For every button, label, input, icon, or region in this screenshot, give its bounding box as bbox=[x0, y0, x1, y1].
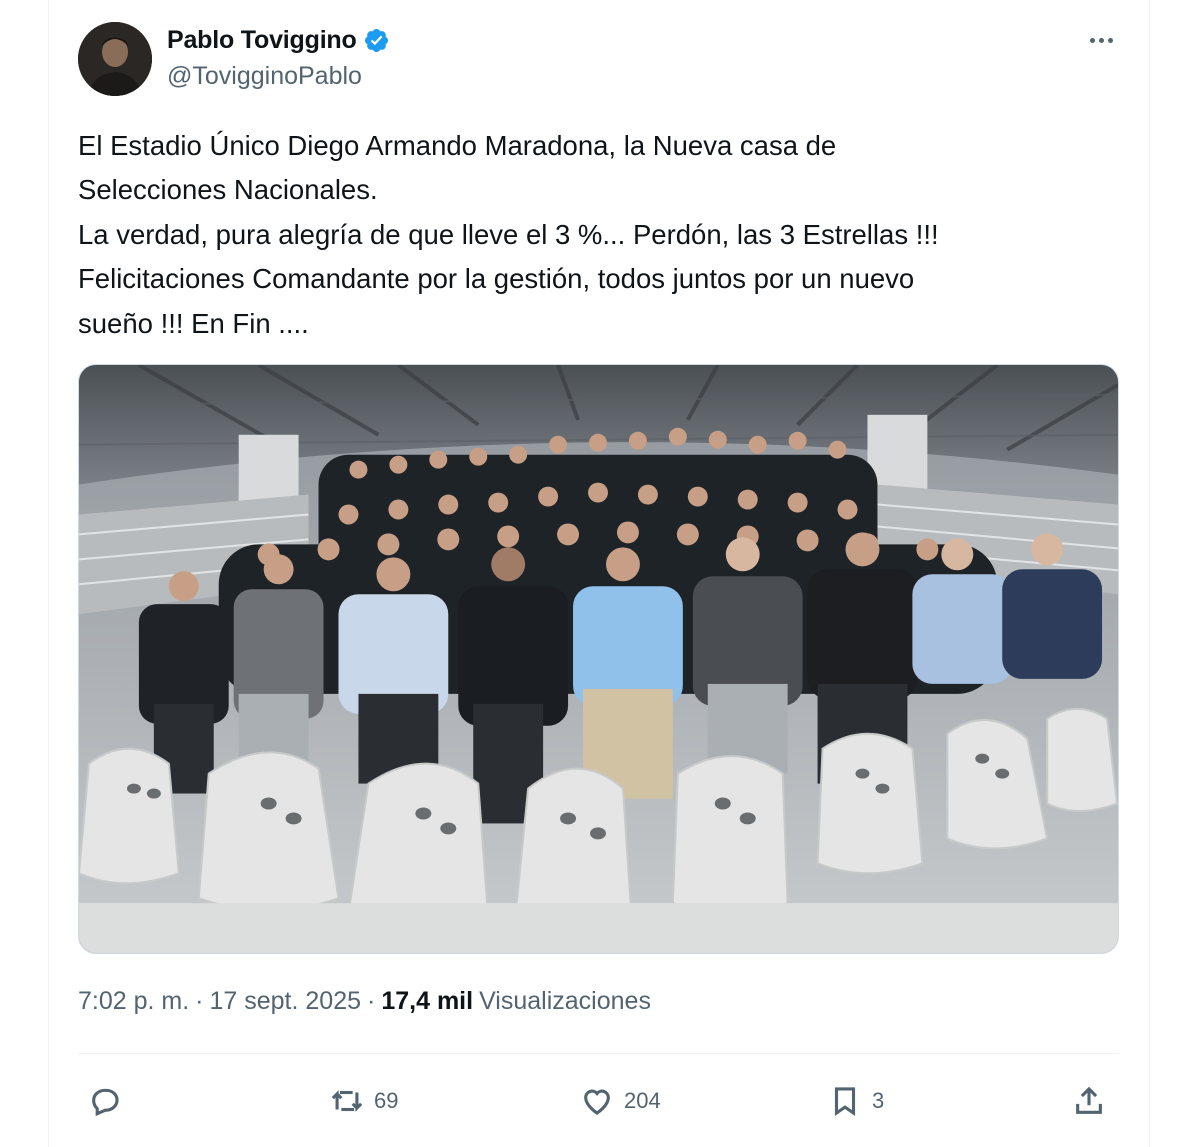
tweet-meta: 7:02 p. m. · 17 sept. 2025 · 17,4 mil Vi… bbox=[78, 987, 651, 1016]
bookmark-button[interactable]: 3 bbox=[828, 1078, 884, 1124]
avatar[interactable] bbox=[78, 22, 152, 96]
tweet-text-line: Felicitaciones Comandante por la gestión… bbox=[78, 263, 915, 295]
more-dot bbox=[1098, 37, 1104, 43]
author-name-row: Pablo Toviggino bbox=[167, 26, 390, 55]
tweet-text-line: Selecciones Nacionales. bbox=[78, 174, 378, 206]
heart-icon bbox=[584, 1089, 610, 1115]
action-bar: 69 204 3 bbox=[78, 1078, 1118, 1124]
share-button[interactable] bbox=[1072, 1078, 1106, 1124]
tweet-time[interactable]: 7:02 p. m. bbox=[78, 987, 189, 1016]
more-dot bbox=[1107, 37, 1113, 43]
retweet-count: 69 bbox=[374, 1088, 399, 1113]
bookmark-count: 3 bbox=[872, 1088, 885, 1113]
more-dot bbox=[1089, 37, 1095, 43]
reply-button[interactable] bbox=[88, 1078, 132, 1124]
bookmark-icon bbox=[834, 1087, 856, 1117]
tweet-text-line: El Estadio Único Diego Armando Maradona,… bbox=[78, 130, 837, 161]
tweet-date[interactable]: 17 sept. 2025 bbox=[210, 987, 362, 1016]
retweet-button[interactable]: 69 bbox=[330, 1078, 398, 1124]
meta-separator: · bbox=[367, 987, 376, 1015]
tweet-text: El Estadio Único Diego Armando Maradona,… bbox=[78, 124, 1118, 346]
views-label: Visualizaciones bbox=[479, 987, 651, 1015]
views-count: 17,4 mil bbox=[381, 987, 474, 1015]
tweet-text-line: La verdad, pura alegría de que lleve el … bbox=[78, 218, 939, 250]
like-button[interactable]: 204 bbox=[580, 1078, 661, 1124]
like-count: 204 bbox=[624, 1088, 661, 1113]
divider bbox=[78, 1053, 1118, 1054]
verified-badge-icon bbox=[363, 27, 390, 54]
author-display-name[interactable]: Pablo Toviggino bbox=[167, 26, 357, 55]
tweet-photo[interactable] bbox=[78, 364, 1119, 954]
reply-icon bbox=[92, 1088, 119, 1117]
retweet-icon bbox=[331, 1090, 363, 1112]
meta-separator: · bbox=[195, 987, 204, 1015]
tweet-text-line: sueño !!! En Fin .... bbox=[78, 307, 309, 339]
author-handle[interactable]: @TovigginoPablo bbox=[167, 62, 362, 91]
more-icon[interactable] bbox=[1084, 28, 1118, 52]
share-icon bbox=[1076, 1086, 1102, 1114]
